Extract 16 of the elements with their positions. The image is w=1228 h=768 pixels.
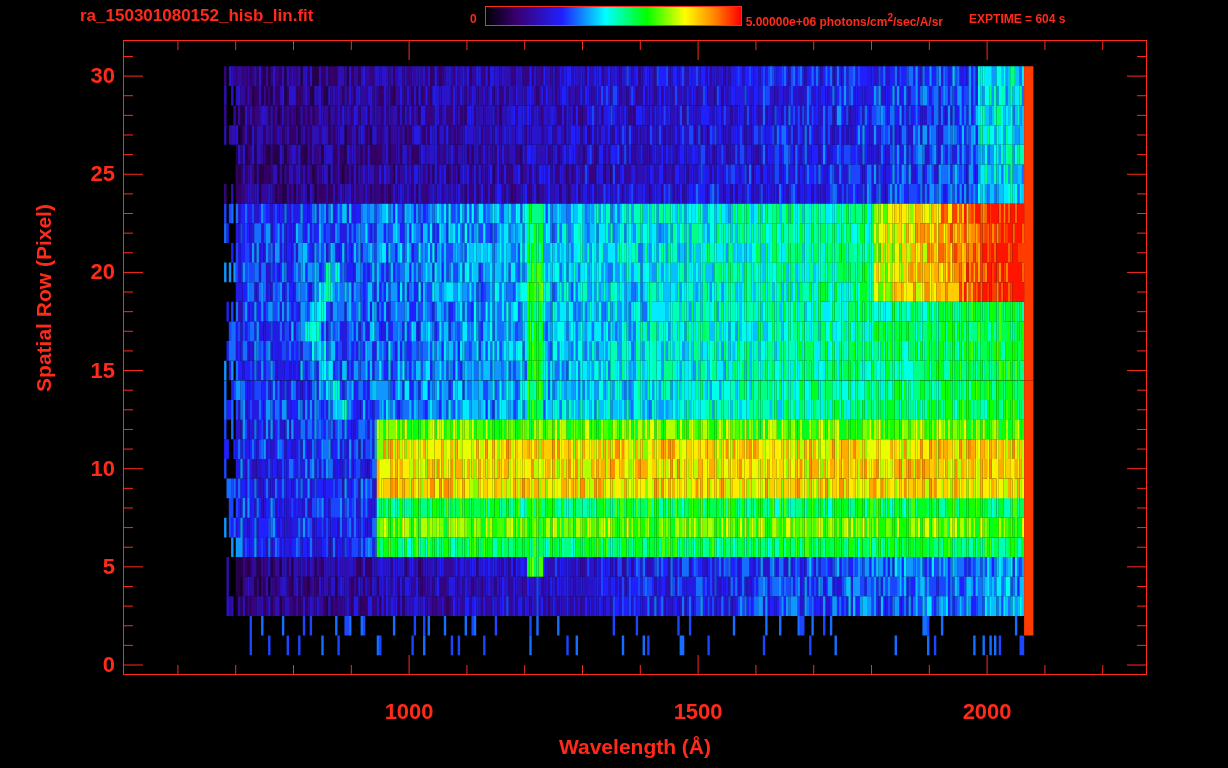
y-tick-label: 30	[90, 63, 115, 90]
x-axis-title: Wavelength (Å)	[558, 735, 712, 759]
y-tick-label: 5	[102, 553, 115, 580]
x-tick-label: 1000	[384, 699, 434, 725]
x-tick-label: 1500	[673, 699, 723, 725]
exposure-label: EXPTIME = 604 s	[969, 12, 1066, 26]
y-tick-label: 0	[102, 652, 115, 678]
y-tick-label: 10	[90, 455, 115, 482]
colorbar-max-label: 5.00000e+06 photons/cm$^{2}$/sec/A/sr	[745, 12, 944, 29]
colorbar-min-label: 0	[470, 12, 477, 26]
file-title: ra_150301080152_hisb_lin.fit	[80, 6, 315, 26]
y-tick-label: 15	[90, 357, 115, 384]
y-tick-label: 25	[90, 161, 115, 188]
y-axis-title: Spatial Row (Pixel)	[32, 204, 56, 392]
x-tick-label: 2000	[962, 699, 1012, 725]
y-tick-label: 20	[90, 259, 115, 286]
